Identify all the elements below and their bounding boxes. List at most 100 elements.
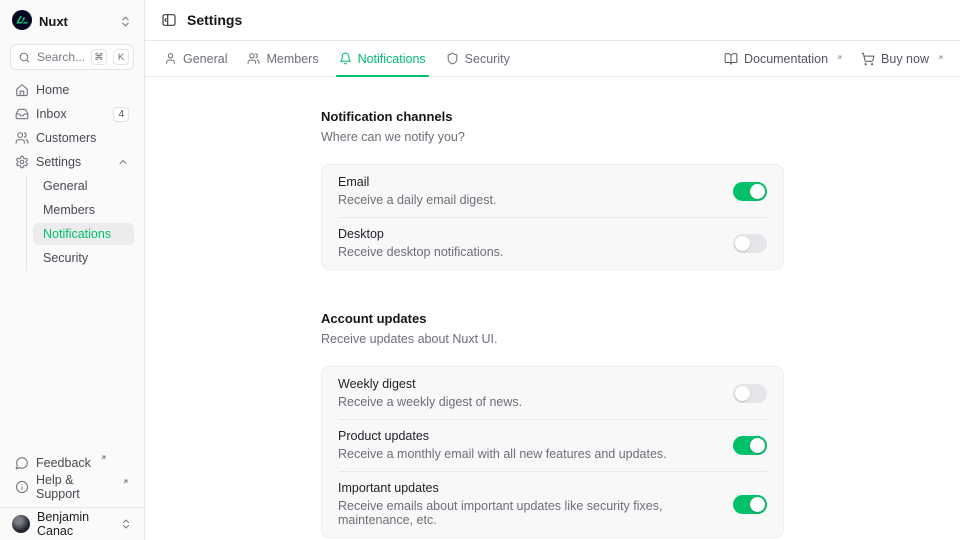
user-menu[interactable]: Benjamin Canac (0, 507, 144, 540)
tab-label: General (183, 52, 227, 66)
setting-row-important-updates: Important updates Receive emails about i… (322, 471, 783, 537)
setting-title: Important updates (338, 481, 713, 495)
chevrons-up-down-icon (120, 518, 132, 530)
tab-notifications[interactable]: Notifications (336, 41, 429, 76)
settings-submenu: General Members Notifications Security (26, 175, 134, 271)
sidebar-item-label: General (43, 179, 87, 193)
sidebar-item-notifications[interactable]: Notifications (33, 223, 134, 245)
setting-description: Receive a daily email digest. (338, 193, 713, 207)
kbd-k: K (113, 49, 129, 65)
section-notification-channels: Notification channels Where can we notif… (321, 109, 784, 270)
sidebar: Nuxt Search... ⌘ K Home (0, 0, 145, 540)
setting-title: Desktop (338, 227, 713, 241)
sidebar-nav: Home Inbox 4 Customers Settings (0, 79, 144, 273)
sidebar-item-help-support[interactable]: Help & Support (10, 476, 134, 498)
avatar (12, 515, 30, 533)
search-placeholder: Search... (37, 50, 85, 64)
tab-label: Security (465, 52, 510, 66)
email-toggle[interactable] (733, 182, 767, 201)
search-input[interactable]: Search... ⌘ K (10, 44, 134, 70)
tab-general[interactable]: General (161, 41, 230, 76)
user-icon (164, 52, 177, 65)
sidebar-item-label: Help & Support (36, 473, 113, 501)
team-switcher[interactable]: Nuxt (0, 0, 144, 41)
chevron-up-icon (117, 156, 129, 168)
setting-row-product-updates: Product updates Receive a monthly email … (322, 419, 783, 471)
users-icon (15, 131, 29, 145)
important-updates-toggle[interactable] (733, 495, 767, 514)
sidebar-item-label: Customers (36, 131, 96, 145)
page-header: Settings (145, 0, 960, 41)
sidebar-item-home[interactable]: Home (10, 79, 134, 101)
external-link-icon (937, 54, 944, 61)
desktop-toggle[interactable] (733, 234, 767, 253)
sidebar-item-label: Notifications (43, 227, 111, 241)
account-updates-card: Weekly digest Receive a weekly digest of… (321, 366, 784, 538)
external-link-icon (100, 454, 107, 461)
product-updates-toggle[interactable] (733, 436, 767, 455)
sidebar-item-label: Feedback (36, 456, 91, 470)
sidebar-item-label: Inbox (36, 107, 67, 121)
sidebar-item-security[interactable]: Security (33, 247, 134, 269)
documentation-link[interactable]: Documentation (724, 52, 843, 66)
section-subtitle: Receive updates about Nuxt UI. (321, 332, 784, 346)
section-title: Notification channels (321, 109, 784, 124)
sidebar-item-inbox[interactable]: Inbox 4 (10, 103, 134, 125)
collapse-sidebar-icon[interactable] (161, 12, 177, 28)
chevrons-up-down-icon (119, 15, 132, 28)
nuxt-logo-icon (12, 10, 32, 33)
sidebar-item-general[interactable]: General (33, 175, 134, 197)
tab-security[interactable]: Security (443, 41, 513, 76)
shopping-cart-icon (861, 52, 875, 66)
users-icon (247, 52, 260, 65)
tab-label: Notifications (358, 52, 426, 66)
sidebar-item-customers[interactable]: Customers (10, 127, 134, 149)
tab-members[interactable]: Members (244, 41, 321, 76)
main-panel: Settings General Members Notifications (145, 0, 960, 540)
page-title: Settings (187, 12, 242, 28)
setting-description: Receive a weekly digest of news. (338, 395, 713, 409)
info-circle-icon (15, 480, 29, 494)
setting-row-desktop: Desktop Receive desktop notifications. (322, 217, 783, 269)
external-link-icon (836, 54, 843, 61)
section-subtitle: Where can we notify you? (321, 130, 784, 144)
setting-description: Receive desktop notifications. (338, 245, 713, 259)
action-label: Buy now (881, 52, 929, 66)
notification-channels-card: Email Receive a daily email digest. Desk… (321, 164, 784, 270)
shield-icon (446, 52, 459, 65)
action-label: Documentation (744, 52, 828, 66)
inbox-count-badge: 4 (113, 107, 129, 122)
setting-title: Weekly digest (338, 377, 713, 391)
sidebar-item-feedback[interactable]: Feedback (10, 452, 134, 474)
bell-icon (339, 52, 352, 65)
kbd-meta: ⌘ (91, 49, 107, 65)
setting-row-weekly-digest: Weekly digest Receive a weekly digest of… (322, 367, 783, 419)
team-name: Nuxt (39, 14, 68, 29)
external-link-icon (122, 478, 129, 485)
gear-icon (15, 155, 29, 169)
setting-title: Product updates (338, 429, 713, 443)
sidebar-item-members[interactable]: Members (33, 199, 134, 221)
sidebar-item-label: Members (43, 203, 95, 217)
setting-row-email: Email Receive a daily email digest. (322, 165, 783, 217)
setting-title: Email (338, 175, 713, 189)
app-window: Nuxt Search... ⌘ K Home (0, 0, 960, 540)
sidebar-footer: Feedback Help & Support (0, 452, 144, 507)
buy-now-link[interactable]: Buy now (861, 52, 944, 66)
setting-description: Receive a monthly email with all new fea… (338, 447, 713, 461)
section-title: Account updates (321, 311, 784, 326)
weekly-digest-toggle[interactable] (733, 384, 767, 403)
tab-label: Members (266, 52, 318, 66)
search-icon (18, 51, 31, 64)
sidebar-item-settings[interactable]: Settings (10, 151, 134, 173)
sidebar-item-label: Settings (36, 155, 81, 169)
sidebar-item-label: Home (36, 83, 69, 97)
book-open-icon (724, 52, 738, 66)
settings-tabbar: General Members Notifications Security (145, 41, 960, 77)
header-actions: Documentation Buy now (724, 41, 944, 76)
setting-description: Receive emails about important updates l… (338, 499, 713, 527)
inbox-icon (15, 107, 29, 121)
sidebar-item-label: Security (43, 251, 88, 265)
home-icon (15, 83, 29, 97)
section-account-updates: Account updates Receive updates about Nu… (321, 311, 784, 538)
